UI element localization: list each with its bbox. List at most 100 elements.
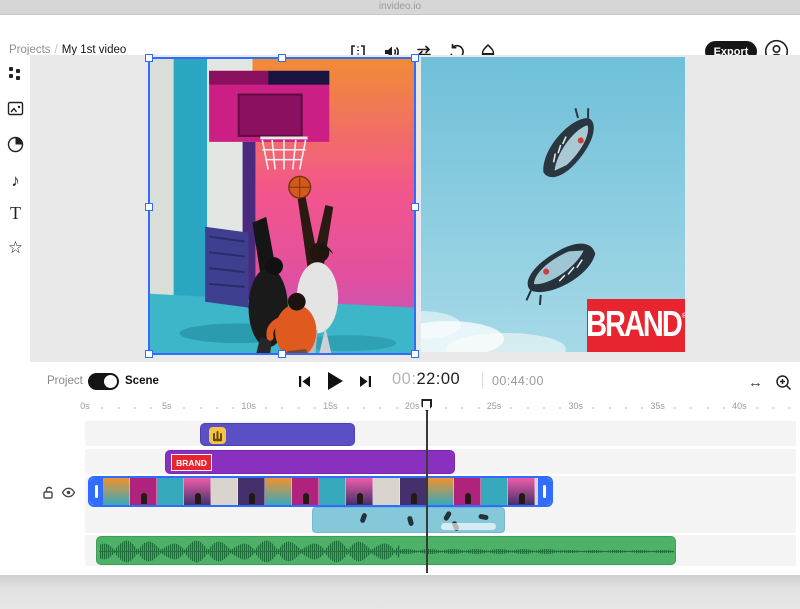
ruler-tick: [445, 407, 447, 409]
timecode-hours: 00:: [392, 370, 416, 388]
brand-clip[interactable]: BRAND: [165, 450, 455, 474]
rock-hand-icon: [209, 427, 226, 444]
ruler-tick: [543, 407, 545, 409]
ruler-label: 35s: [650, 401, 665, 411]
project-scene-toggle[interactable]: [88, 373, 119, 390]
film-thumbnail: [103, 478, 130, 505]
ruler-tick: [625, 407, 627, 409]
eye-icon[interactable]: [61, 485, 76, 500]
sidebar: ♪ T ☆: [0, 55, 30, 575]
ruler-tick: [118, 407, 120, 409]
apps-grid-icon[interactable]: [6, 65, 25, 84]
filmstrip-thumbnails: [103, 478, 538, 505]
ruler-label: 40s: [732, 401, 747, 411]
ruler-tick: [674, 407, 676, 409]
app-screen: invideo.io Projects/My 1st video: [0, 0, 800, 609]
handle-bottom-left[interactable]: [145, 350, 153, 358]
film-thumbnail: [238, 478, 265, 505]
film-thumbnail: [508, 478, 535, 505]
video-clip-selected[interactable]: [88, 476, 553, 507]
ruler-tick: [756, 407, 758, 409]
trim-handle-left[interactable]: [90, 478, 103, 505]
ruler-label: 15s: [323, 401, 338, 411]
timeline: Project Scene 00:22:00 00:44:00 ↔ 0s5s10…: [30, 362, 800, 575]
ruler-tick: [707, 407, 709, 409]
film-thumbnail: [292, 478, 319, 505]
broll-shoes-clip[interactable]: [312, 507, 505, 533]
star-icon[interactable]: ☆: [6, 238, 25, 257]
toggle-knob: [104, 375, 117, 388]
handle-mid-right[interactable]: [411, 203, 419, 211]
total-timecode: 00:44:00: [492, 374, 544, 388]
timecode-divider: [482, 372, 483, 389]
lock-open-icon[interactable]: [41, 485, 56, 500]
sticker-icon[interactable]: [6, 135, 25, 154]
music-note-icon[interactable]: ♪: [6, 171, 25, 190]
ruler-label: 25s: [487, 401, 502, 411]
ruler-tick: [298, 407, 300, 409]
handle-top-left[interactable]: [145, 54, 153, 62]
film-thumbnail: [130, 478, 157, 505]
skip-forward-icon[interactable]: [356, 372, 375, 391]
trim-handle-right[interactable]: [538, 478, 551, 505]
play-icon[interactable]: [322, 369, 346, 393]
time-ruler[interactable]: 0s5s10s15s20s25s30s35s40s: [30, 398, 800, 416]
handle-top-right[interactable]: [411, 54, 419, 62]
film-thumbnail: [265, 478, 292, 505]
film-thumbnail: [373, 478, 400, 505]
text-tool-icon[interactable]: T: [6, 204, 25, 223]
browser-title: invideo.io: [0, 1, 800, 12]
ruler-tick: [232, 407, 234, 409]
ruler-label: 10s: [241, 401, 256, 411]
basketball-image: [150, 59, 414, 353]
media-icon[interactable]: [6, 99, 25, 118]
ruler-tick: [788, 407, 790, 409]
film-thumbnail: [157, 478, 184, 505]
film-thumbnail: [481, 478, 508, 505]
ruler-tick: [772, 407, 774, 409]
ruler-tick: [379, 407, 381, 409]
ruler-tick: [183, 407, 185, 409]
scene-mode-label[interactable]: Scene: [125, 375, 159, 387]
ruler-tick: [101, 407, 103, 409]
zoom-in-icon[interactable]: [774, 373, 793, 392]
ruler-label: 20s: [405, 401, 420, 411]
ruler-tick: [200, 407, 202, 409]
handle-bottom-mid[interactable]: [278, 350, 286, 358]
ruler-tick: [690, 407, 692, 409]
audio-waveform: [97, 537, 675, 565]
brand-clip-chip: BRAND: [171, 454, 212, 471]
ruler-tick: [478, 407, 480, 409]
handle-mid-left[interactable]: [145, 203, 153, 211]
sticker-clip[interactable]: [200, 423, 355, 446]
handle-bottom-right[interactable]: [411, 350, 419, 358]
ruler-tick: [592, 407, 594, 409]
playhead-line[interactable]: [426, 400, 428, 573]
ruler-tick: [134, 407, 136, 409]
clip-flying-shoes[interactable]: BRAND®: [421, 57, 685, 352]
header: Projects/My 1st video: [0, 15, 800, 55]
fit-width-icon[interactable]: ↔: [748, 374, 763, 391]
film-thumbnail: [400, 478, 427, 505]
ruler-tick: [641, 407, 643, 409]
handle-top-mid[interactable]: [278, 54, 286, 62]
current-timecode: 00:22:00: [392, 370, 460, 389]
film-thumbnail: [454, 478, 481, 505]
ruler-tick: [363, 407, 365, 409]
film-thumbnail: [346, 478, 373, 505]
film-thumbnail: [211, 478, 238, 505]
ruler-tick: [723, 407, 725, 409]
audio-clip[interactable]: [96, 536, 675, 565]
film-thumbnail: [427, 478, 454, 505]
track-row-sticker: [85, 421, 796, 446]
skip-back-icon[interactable]: [295, 372, 314, 391]
ruler-tick: [314, 407, 316, 409]
selected-clip-basketball[interactable]: [148, 57, 416, 355]
ruler-tick: [150, 407, 152, 409]
ruler-tick: [609, 407, 611, 409]
project-mode-label[interactable]: Project: [47, 375, 83, 387]
ruler-tick: [396, 407, 398, 409]
brand-reg-mark: ®: [682, 313, 685, 320]
ruler-tick: [510, 407, 512, 409]
ruler-tick: [461, 407, 463, 409]
